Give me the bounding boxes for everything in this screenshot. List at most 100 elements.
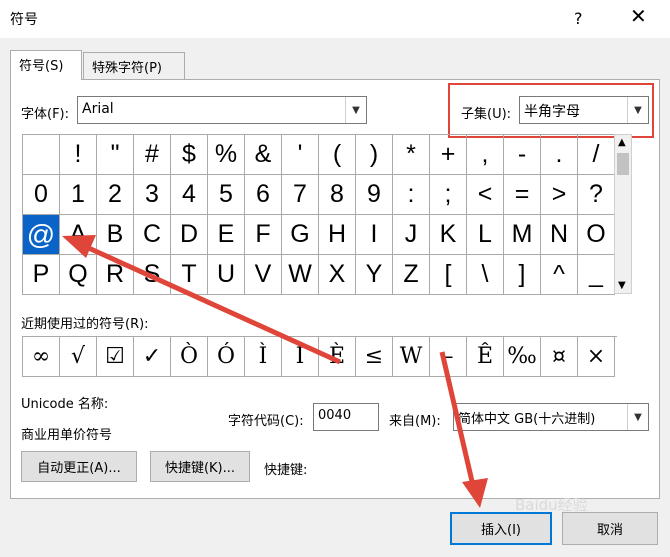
symbol-cell[interactable]: O	[578, 215, 615, 255]
symbol-cell[interactable]: Q	[60, 255, 97, 295]
symbol-cell[interactable]: F	[245, 215, 282, 255]
recent-symbol-cell[interactable]: Ó	[208, 337, 245, 377]
symbol-cell[interactable]: G	[282, 215, 319, 255]
symbol-cell[interactable]: S	[134, 255, 171, 295]
symbol-cell[interactable]: "	[97, 135, 134, 175]
symbol-cell[interactable]: T	[171, 255, 208, 295]
symbol-cell[interactable]: '	[282, 135, 319, 175]
close-icon[interactable]: ✕	[630, 6, 647, 26]
symbol-cell[interactable]: 1	[60, 175, 97, 215]
symbol-cell[interactable]: 2	[97, 175, 134, 215]
recent-symbol-cell[interactable]: W	[393, 337, 430, 377]
recent-symbol-cell[interactable]: ‰	[504, 337, 541, 377]
symbol-cell[interactable]: L	[467, 215, 504, 255]
symbol-cell[interactable]: )	[356, 135, 393, 175]
symbol-cell[interactable]: 9	[356, 175, 393, 215]
symbol-cell[interactable]: =	[504, 175, 541, 215]
font-select[interactable]: Arial ▼	[77, 96, 367, 124]
recent-symbol-cell[interactable]: Ò	[171, 337, 208, 377]
tab-symbols[interactable]: 符号(S)	[10, 50, 82, 80]
symbol-cell[interactable]: 0	[23, 175, 60, 215]
shortcut-key-button[interactable]: 快捷键(K)...	[150, 451, 250, 482]
symbol-cell[interactable]: (	[319, 135, 356, 175]
scroll-thumb[interactable]	[617, 153, 629, 175]
symbol-cell[interactable]: !	[60, 135, 97, 175]
symbol-cell[interactable]: $	[171, 135, 208, 175]
cancel-button[interactable]: 取消	[562, 512, 658, 545]
symbol-cell[interactable]: A	[60, 215, 97, 255]
symbol-cell[interactable]: R	[97, 255, 134, 295]
symbol-cell[interactable]: P	[23, 255, 60, 295]
symbol-cell[interactable]: W	[282, 255, 319, 295]
symbol-cell[interactable]: H	[319, 215, 356, 255]
symbol-cell[interactable]: X	[319, 255, 356, 295]
symbol-cell[interactable]: &	[245, 135, 282, 175]
symbol-cell[interactable]: Y	[356, 255, 393, 295]
recent-symbol-cell[interactable]: –	[430, 337, 467, 377]
symbol-cell[interactable]: Z	[393, 255, 430, 295]
symbol-cell[interactable]: 4	[171, 175, 208, 215]
symbol-cell[interactable]: +	[430, 135, 467, 175]
recent-symbol-cell[interactable]: Ì	[245, 337, 282, 377]
symbol-cell[interactable]: ]	[504, 255, 541, 295]
symbol-cell[interactable]: 7	[282, 175, 319, 215]
grid-scrollbar[interactable]: ▲ ▼	[614, 134, 632, 294]
symbol-cell[interactable]: B	[97, 215, 134, 255]
symbol-cell[interactable]: 8	[319, 175, 356, 215]
symbol-cell[interactable]: U	[208, 255, 245, 295]
symbol-cell[interactable]: >	[541, 175, 578, 215]
symbol-cell[interactable]: E	[208, 215, 245, 255]
recent-symbol-cell[interactable]: ☑	[97, 337, 134, 377]
window-title: 符号	[10, 12, 38, 28]
symbol-cell[interactable]: ,	[467, 135, 504, 175]
scroll-down-icon[interactable]: ▼	[618, 280, 626, 291]
recent-symbol-cell[interactable]: Ê	[467, 337, 504, 377]
symbol-cell[interactable]: -	[504, 135, 541, 175]
recent-symbol-cell[interactable]: È	[319, 337, 356, 377]
symbol-cell[interactable]: .	[541, 135, 578, 175]
symbol-cell[interactable]: 6	[245, 175, 282, 215]
symbol-cell[interactable]	[23, 135, 60, 175]
symbol-cell[interactable]: [	[430, 255, 467, 295]
symbol-cell[interactable]: 3	[134, 175, 171, 215]
symbol-cell[interactable]: V	[245, 255, 282, 295]
char-code-input[interactable]: 0040	[313, 403, 379, 431]
symbol-cell[interactable]: \	[467, 255, 504, 295]
autocorrect-button[interactable]: 自动更正(A)...	[21, 451, 137, 482]
symbol-cell[interactable]: %	[208, 135, 245, 175]
symbol-cell[interactable]: ;	[430, 175, 467, 215]
symbol-cell[interactable]: K	[430, 215, 467, 255]
help-icon[interactable]: ?	[574, 9, 583, 28]
symbol-cell[interactable]: *	[393, 135, 430, 175]
symbol-cell[interactable]: N	[541, 215, 578, 255]
symbol-cell[interactable]: ?	[578, 175, 615, 215]
char-code-label: 字符代码(C):	[228, 414, 304, 429]
scroll-up-icon[interactable]: ▲	[618, 137, 626, 148]
symbol-cell[interactable]: _	[578, 255, 615, 295]
symbol-cell[interactable]: M	[504, 215, 541, 255]
symbol-cell[interactable]: /	[578, 135, 615, 175]
from-select[interactable]: 简体中文 GB(十六进制) ▼	[453, 403, 649, 431]
symbol-cell[interactable]: #	[134, 135, 171, 175]
symbol-cell[interactable]: <	[467, 175, 504, 215]
recent-symbol-cell[interactable]: ¤	[541, 337, 578, 377]
recent-symbol-cell[interactable]: ✓	[134, 337, 171, 377]
chevron-down-icon[interactable]: ▼	[627, 404, 648, 430]
symbol-cell-selected[interactable]: @	[23, 215, 60, 255]
recent-symbol-cell[interactable]: ≤	[356, 337, 393, 377]
symbol-cell[interactable]: :	[393, 175, 430, 215]
symbol-cell[interactable]: 5	[208, 175, 245, 215]
recent-symbol-cell[interactable]: ×	[578, 337, 615, 377]
insert-button[interactable]: 插入(I)	[450, 512, 552, 545]
symbol-cell[interactable]: J	[393, 215, 430, 255]
recent-symbol-cell[interactable]: √	[60, 337, 97, 377]
symbol-cell[interactable]: ^	[541, 255, 578, 295]
symbol-cell[interactable]: C	[134, 215, 171, 255]
from-value: 简体中文 GB(十六进制)	[458, 412, 596, 427]
tab-special-characters[interactable]: 特殊字符(P)	[83, 52, 185, 80]
recent-symbol-cell[interactable]: ∞	[23, 337, 60, 377]
chevron-down-icon[interactable]: ▼	[345, 97, 366, 123]
symbol-cell[interactable]: D	[171, 215, 208, 255]
symbol-cell[interactable]: I	[356, 215, 393, 255]
recent-symbol-cell[interactable]: Í	[282, 337, 319, 377]
